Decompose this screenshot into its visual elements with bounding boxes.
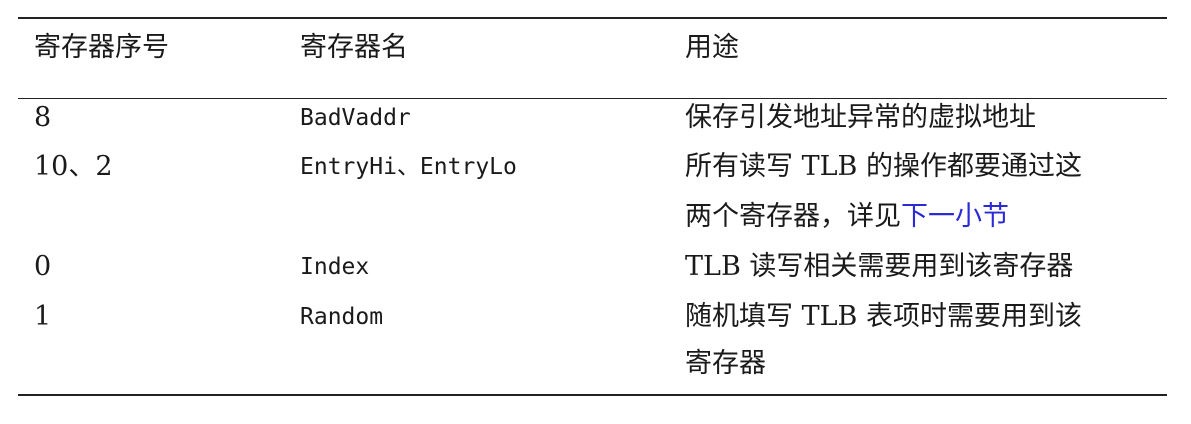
row3-number: 0: [34, 251, 52, 282]
row2-number: 10、2: [34, 151, 113, 182]
header-register-name: 寄存器名: [300, 32, 408, 63]
row1-purpose-line1: 保存引发地址异常的虚拟地址: [685, 102, 1036, 133]
header-register-number: 寄存器序号: [34, 32, 169, 63]
row4-name: Random: [300, 304, 384, 330]
row2-purpose-line1: 所有读写 TLB 的操作都要通过这: [685, 151, 1082, 182]
row3-purpose-line1: TLB 读写相关需要用到该寄存器: [685, 251, 1074, 282]
row4-purpose-line1: 随机填写 TLB 表项时需要用到该: [685, 301, 1082, 332]
next-section-link[interactable]: 下一小节: [901, 201, 1009, 232]
row1-name: BadVaddr: [300, 105, 411, 131]
row3-name: Index: [300, 254, 370, 280]
table-top-rule: [18, 17, 1167, 19]
header-purpose: 用途: [685, 32, 739, 63]
table-bottom-rule: [18, 394, 1167, 396]
row2-purpose-line2-text: 两个寄存器，详见: [685, 201, 901, 232]
row2-name: EntryHi、EntryLo: [300, 154, 517, 180]
row4-purpose-line2: 寄存器: [685, 348, 766, 379]
row2-purpose-line2: 两个寄存器，详见下一小节: [685, 198, 1009, 236]
row4-number: 1: [34, 301, 52, 332]
row1-number: 8: [34, 102, 52, 133]
